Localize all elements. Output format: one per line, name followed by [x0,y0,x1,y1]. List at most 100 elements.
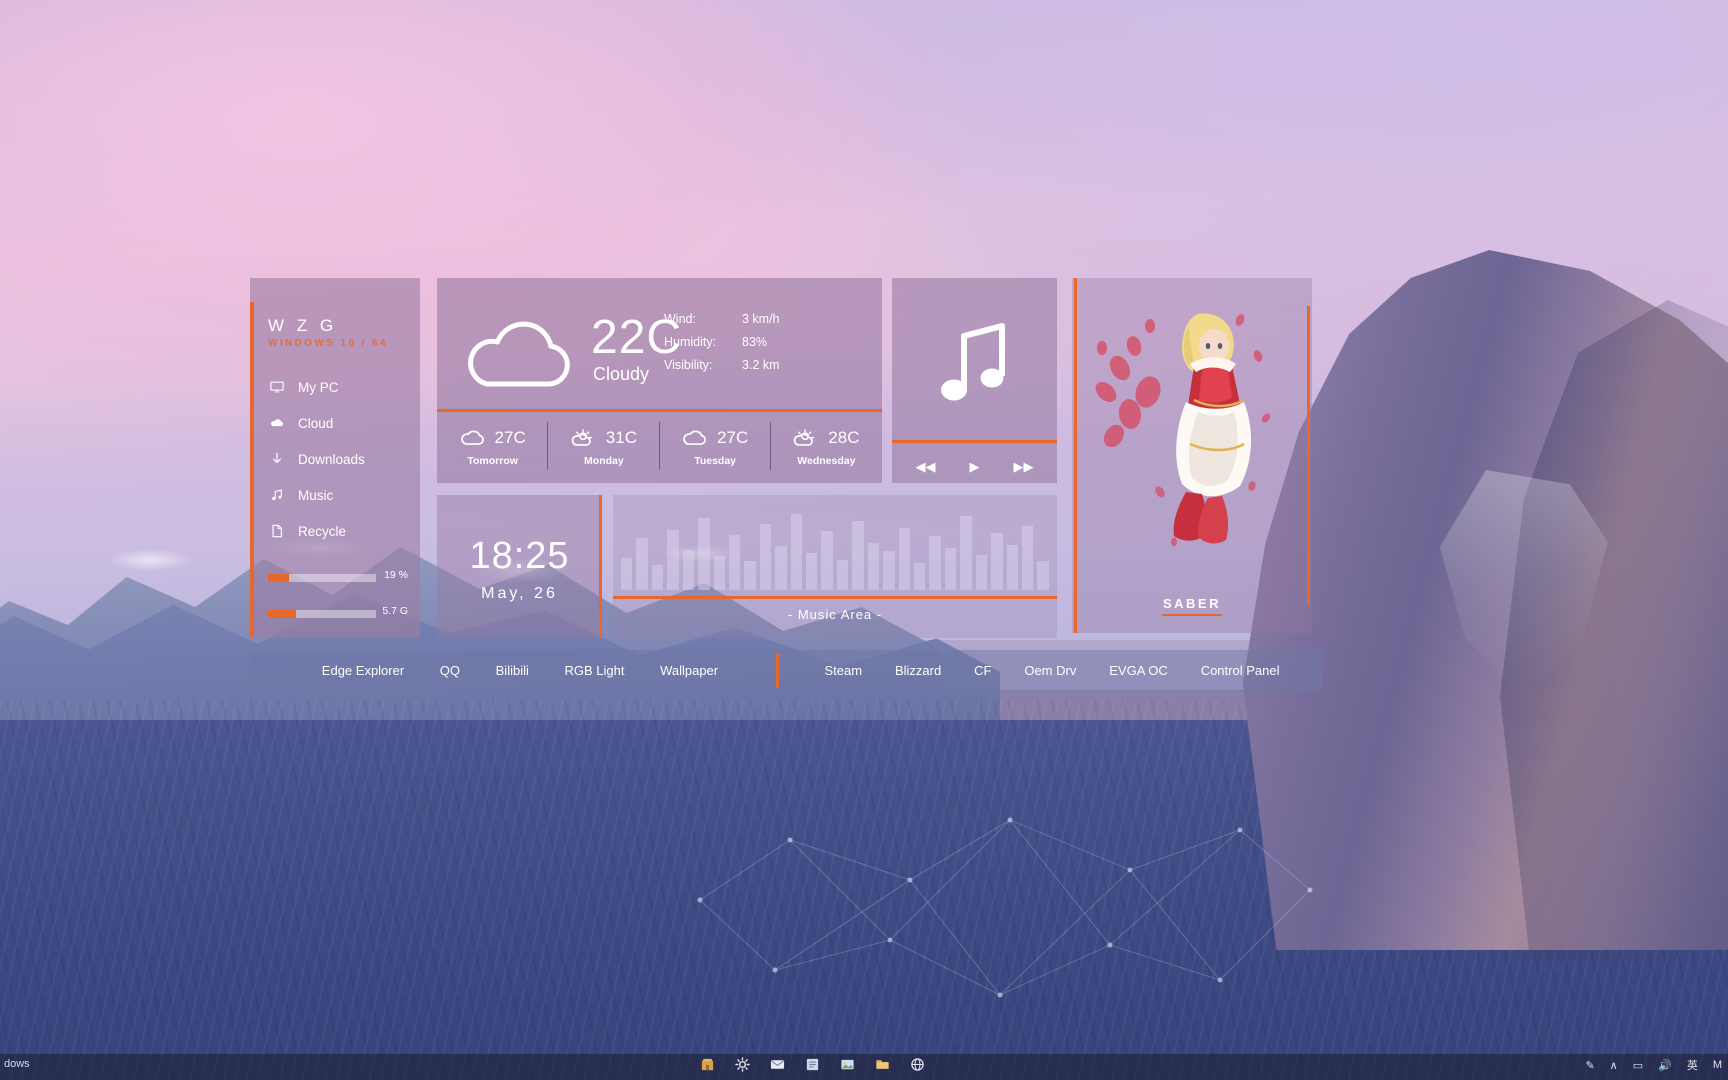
saber-accent-right [1307,306,1310,606]
launcher-item-bilibili[interactable]: Bilibili [496,663,529,678]
cpu-meter: 19 % [268,569,408,582]
launcher-item-oem-drv[interactable]: Oem Drv [1024,663,1076,678]
browser-globe-icon[interactable] [910,1057,925,1072]
launcher-item-control-panel[interactable]: Control Panel [1201,663,1280,678]
sidebar-item-downloads[interactable]: Downloads [270,448,410,470]
document-icon [272,524,282,538]
weather-stat-key: Visibility: [664,358,713,372]
sidebar-item-label: My PC [298,379,339,395]
forecast-cell[interactable]: 28C Wednesday [771,412,882,483]
sidebar-item-label: Downloads [298,451,365,467]
notes-icon[interactable] [805,1057,820,1072]
taskbar-left-label: dows [4,1058,30,1070]
weather-stat-humidity: Humidity: 83% [664,335,864,349]
clock-date: May, 26 [481,585,558,602]
music-player-divider [892,440,1057,443]
music-player-widget: ◀◀ ▶ ▶▶ [892,278,1057,483]
ime-mode[interactable]: M [1713,1059,1722,1071]
forecast-day: Monday [584,455,624,467]
weather-stat-visibility: Visibility: 3.2 km [664,358,864,372]
saber-label-underline [1162,614,1222,616]
saber-accent-left [1074,278,1077,633]
sidebar-item-label: Recycle [298,523,347,539]
music-note-icon [941,323,1005,401]
cloud-icon [683,430,706,445]
sidebar-item-label: Music [298,487,334,503]
launcher-item-steam[interactable]: Steam [824,663,862,678]
forecast-temp: 27C [717,428,749,447]
clock-widget: 18:25 May, 26 [437,495,602,638]
forecast-temp: 28C [828,428,860,447]
forecast-temp: 31C [605,428,637,447]
visualizer-label: - Music Area - [787,607,883,622]
sidebar-item-my-pc[interactable]: My PC [270,376,410,398]
forecast-day: Tomorrow [467,455,518,467]
visualizer-bars [621,506,1049,590]
weather-stat-value: 83% [742,335,768,349]
forecast-cell[interactable]: 27C Tuesday [660,412,772,483]
sidebar-item-cloud[interactable]: Cloud [270,412,410,434]
weather-stat-key: Humidity: [664,335,717,349]
cloud-icon [460,430,484,445]
sidebar-item-label: Cloud [298,415,334,431]
sidebar-widget: W Z G WINDOWS 10 / 64 My PC Cloud Downlo… [250,278,420,638]
music-visualizer-widget: - Music Area - [613,495,1057,638]
forecast-day: Tuesday [694,455,737,467]
forecast-temp: 27C [494,428,526,447]
visualizer-divider [613,596,1057,599]
sidebar-accent-bar [250,302,254,638]
pen-input-icon[interactable]: ✎ [1585,1059,1594,1072]
sidebar-item-recycle[interactable]: Recycle [270,520,410,542]
music-note-icon [272,489,282,501]
cpu-meter-value: 19 % [384,569,408,581]
previous-button[interactable]: ◀◀ [916,460,936,473]
disk-meter-fill [268,610,296,618]
music-player-controls: ◀◀ ▶ ▶▶ [892,450,1057,482]
sun-cloud-icon [571,429,592,446]
forecast-cell[interactable]: 27C Tomorrow [437,412,549,483]
weather-stat-key: Wind: [664,312,696,326]
forecast-day: Wednesday [797,455,856,467]
folder-icon[interactable] [875,1057,890,1072]
forecast-cell[interactable]: 31C Monday [548,412,660,483]
photos-icon[interactable] [840,1057,855,1072]
sidebar-item-music[interactable]: Music [270,484,410,506]
store-icon[interactable] [700,1057,715,1072]
play-button[interactable]: ▶ [970,460,980,473]
weather-stat-wind: Wind: 3 km/h [664,312,864,326]
cloud-icon [468,321,570,387]
disk-meter: 5.7 G [268,605,408,618]
user-subtitle: WINDOWS 10 / 64 [268,338,388,349]
saber-label: SABER [1162,596,1221,611]
next-button[interactable]: ▶▶ [1014,460,1034,473]
launcher-left-group: Edge Explorer QQ Bilibili RGB Light Wall… [250,650,776,691]
download-arrow-icon [273,452,281,464]
taskbar-system-tray: ✎ ∧ ▭ 🔊 英 M [1585,1057,1722,1073]
weather-forecast-strip: 27C Tomorrow 31C Monday 27C Tuesday 28C … [437,412,882,483]
weather-stats: Wind: 3 km/h Humidity: 83% Visibility: 3… [664,312,864,381]
launcher-item-evga-oc[interactable]: EVGA OC [1109,663,1168,678]
launcher-item-edge-explorer[interactable]: Edge Explorer [322,663,404,678]
cloud-icon [271,419,284,427]
launcher-bar: Edge Explorer QQ Bilibili RGB Light Wall… [250,650,1322,691]
chevron-up-icon[interactable]: ∧ [1610,1059,1618,1072]
cpu-meter-fill [268,574,289,582]
launcher-right-group: Steam Blizzard CF Oem Drv EVGA OC Contro… [776,650,1322,691]
sun-cloud-icon [793,429,815,446]
launcher-item-wallpaper[interactable]: Wallpaper [660,663,718,678]
launcher-item-blizzard[interactable]: Blizzard [895,663,941,678]
taskbar-pinned-icons [700,1057,925,1072]
weather-stat-value: 3 km/h [742,312,780,326]
launcher-item-cf[interactable]: CF [974,663,991,678]
user-name: W Z G [268,316,338,335]
saber-character-artwork [1095,313,1271,547]
volume-icon[interactable]: 🔊 [1658,1059,1672,1072]
disk-meter-value: 5.7 G [382,605,408,617]
launcher-item-rgb-light[interactable]: RGB Light [564,663,624,678]
mail-icon[interactable] [770,1057,785,1072]
settings-gear-icon[interactable] [735,1057,750,1072]
battery-icon[interactable]: ▭ [1633,1059,1643,1072]
ime-language[interactable]: 英 [1687,1057,1698,1073]
saber-character-widget: SABER [1072,278,1312,633]
launcher-item-qq[interactable]: QQ [440,663,460,678]
